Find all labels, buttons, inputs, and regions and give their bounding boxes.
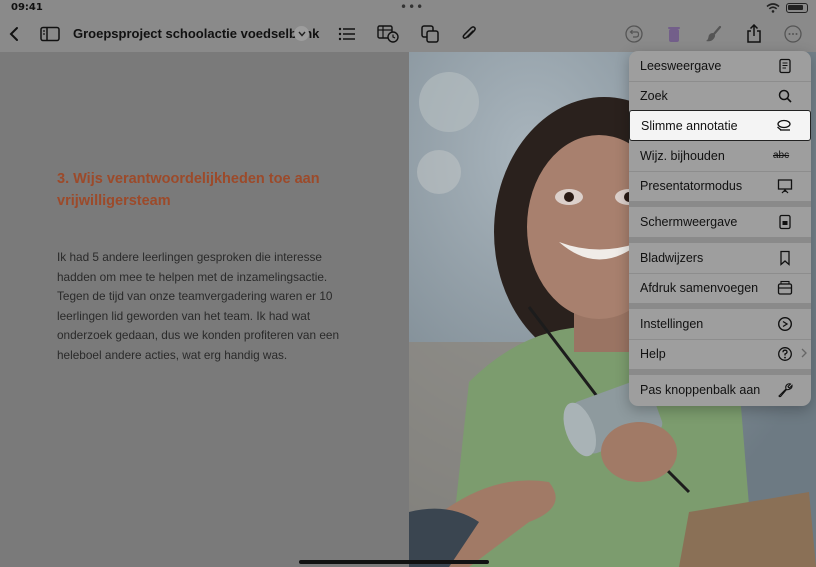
more-menu: Leesweergave Zoek Slimme annotatie Wijz.… [629,51,811,406]
menu-item-customize-toolbar[interactable]: Pas knoppenbalk aan [629,375,811,405]
paperclip-icon[interactable] [459,16,479,52]
back-chevron-icon[interactable] [4,16,24,52]
battery-icon [786,3,808,13]
toolbar: Groepsproject schoolactie voedselbank [0,16,816,52]
home-indicator[interactable] [299,560,489,564]
body-paragraph: Ik had 5 andere leerlingen gesproken die… [57,250,340,362]
menu-item-settings[interactable]: Instellingen [629,309,811,339]
brush-icon[interactable] [703,16,725,52]
track-changes-icon: abc [773,150,790,161]
list-icon[interactable] [337,16,357,52]
reading-view-icon [779,58,791,74]
menu-item-bookmarks[interactable]: Bladwijzers [629,243,811,273]
status-bar: 09:41 ••• [0,0,816,16]
menu-item-reading-view[interactable]: Leesweergave [629,51,811,81]
undo-icon[interactable] [624,16,644,52]
help-icon [778,347,792,361]
wrench-icon [778,383,793,398]
sidebar-icon[interactable] [39,16,61,52]
menu-item-mail-merge[interactable]: Afdruk samenvoegen [629,273,811,303]
section-heading: 3. Wijs verantwoordelijkheden toe aan vr… [57,171,320,209]
share-icon[interactable] [744,16,764,52]
document-title[interactable]: Groepsproject schoolactie voedselbank [73,26,319,41]
wifi-icon [766,3,780,13]
presenter-icon [777,179,793,194]
menu-item-screen-view[interactable]: Schermweergave [629,207,811,237]
mail-merge-icon [777,280,793,295]
menu-item-smart-annotation[interactable]: Slimme annotatie [629,110,811,141]
table-clock-icon[interactable] [377,16,399,52]
smart-annotation-icon [777,119,791,131]
more-icon[interactable] [783,16,803,52]
menu-item-track-changes[interactable]: Wijz. bijhouden abc [629,141,811,171]
menu-item-search[interactable]: Zoek [629,81,811,111]
trash-icon[interactable] [664,16,684,52]
search-icon [778,89,792,103]
menu-item-help[interactable]: Help [629,339,811,369]
status-time: 09:41 [11,2,43,13]
settings-icon [777,316,793,332]
chevron-right-icon [801,348,807,358]
menu-item-presenter-mode[interactable]: Presentatormodus [629,171,811,201]
shapes-icon[interactable] [420,16,440,52]
title-chevron-down-icon[interactable] [294,26,309,41]
status-indicators [766,3,808,13]
document-canvas[interactable]: 3. Wijs verantwoordelijkheden toe aan vr… [0,52,409,567]
multitasking-dots[interactable]: ••• [400,0,424,14]
screen-view-icon [779,214,791,230]
bookmark-icon [780,250,790,266]
